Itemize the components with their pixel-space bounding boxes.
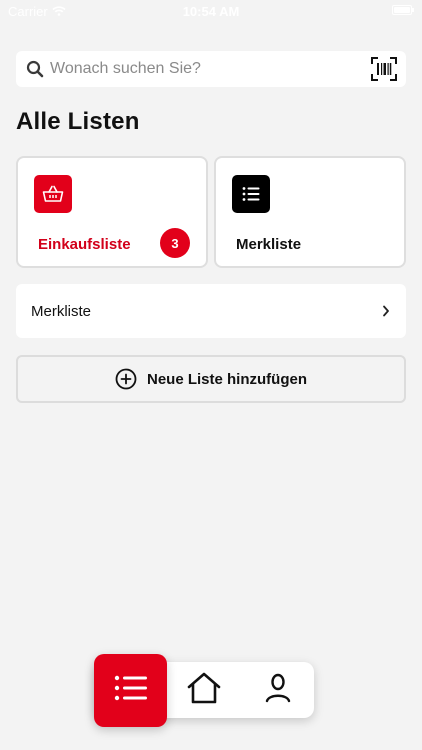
battery-icon xyxy=(392,5,414,15)
list-card-einkaufsliste[interactable]: Einkaufsliste 3 xyxy=(16,156,208,268)
list-card-merkliste[interactable]: Merkliste xyxy=(214,156,406,268)
list-icon xyxy=(114,674,148,707)
list-row-label: Merkliste xyxy=(31,302,92,320)
status-time: 10:54 AM xyxy=(182,4,240,19)
list-icon xyxy=(232,175,270,213)
search-icon xyxy=(24,58,46,80)
search-bar[interactable] xyxy=(16,51,406,87)
page-title: Alle Listen xyxy=(16,108,140,135)
add-list-label: Neue Liste hinzufügen xyxy=(146,370,307,388)
tab-home[interactable] xyxy=(176,662,232,718)
barcode-scanner-icon[interactable] xyxy=(370,55,398,83)
basket-icon xyxy=(34,175,72,213)
add-list-button[interactable]: Neue Liste hinzufügen xyxy=(16,355,406,403)
card-label: Einkaufsliste xyxy=(38,236,131,253)
tab-profile[interactable] xyxy=(250,662,306,718)
list-row-merkliste[interactable]: Merkliste xyxy=(16,284,406,338)
status-bar: Carrier 10:54 AM xyxy=(0,0,422,22)
plus-circle-icon xyxy=(115,368,137,390)
home-icon xyxy=(187,672,221,709)
tab-lists[interactable] xyxy=(94,654,167,727)
chevron-right-icon xyxy=(380,304,392,318)
profile-icon xyxy=(265,673,291,708)
item-count-badge: 3 xyxy=(160,228,190,258)
search-input[interactable] xyxy=(50,60,370,78)
card-label: Merkliste xyxy=(236,236,302,253)
